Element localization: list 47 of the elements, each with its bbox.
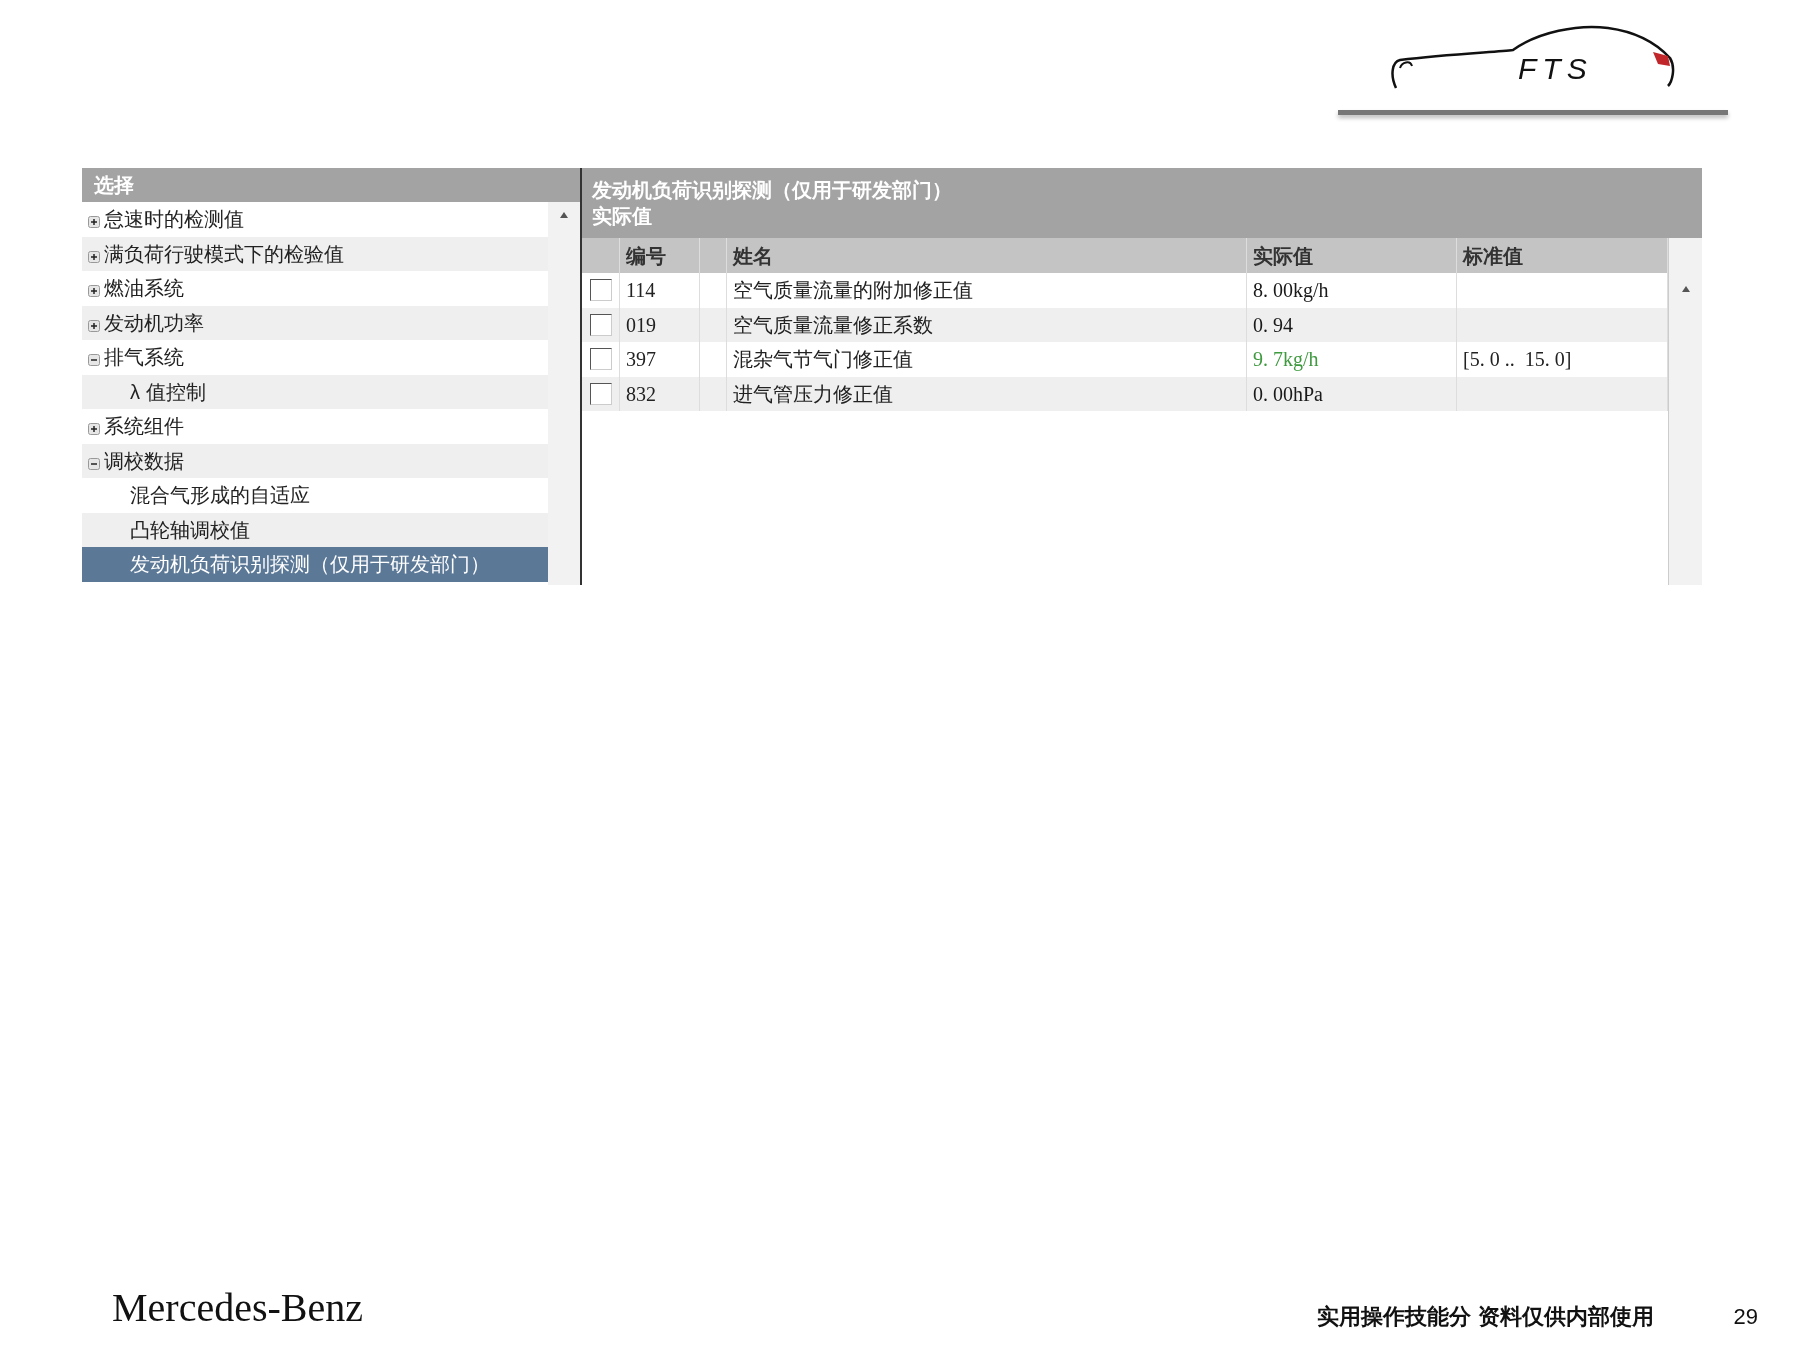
table-cell: 0. 00hPa	[1253, 382, 1323, 405]
column-header: 姓名	[733, 243, 773, 269]
expand-icon[interactable]	[88, 423, 100, 436]
table-cell: 0. 94	[1253, 313, 1293, 336]
table-cell: 混杂气节气门修正值	[733, 348, 913, 370]
panel-title: 选择	[94, 173, 134, 198]
table-cell: 832	[626, 382, 656, 405]
tree-item[interactable]: 调校数据	[104, 445, 184, 476]
column-header: 标准值	[1463, 243, 1523, 269]
row-checkbox[interactable]	[589, 279, 612, 302]
table-cell: 9. 7kg/h	[1253, 348, 1319, 370]
scrollbar[interactable]	[548, 202, 580, 585]
column-header: 编号	[626, 243, 666, 269]
tree-item[interactable]: 怠速时的检测值	[104, 204, 244, 235]
brand-name: Mercedes-Benz	[112, 1288, 363, 1328]
tree-item[interactable]: 系统组件	[104, 411, 184, 442]
scroll-up-icon[interactable]	[1681, 286, 1690, 292]
table-cell: 8. 00kg/h	[1253, 279, 1329, 301]
collapse-icon[interactable]	[88, 457, 100, 470]
table-cell: [5. 0 .. 15. 0]	[1463, 348, 1572, 370]
panel-subtitle: 实际值	[592, 206, 653, 226]
table-cell: 114	[626, 279, 656, 301]
expand-icon[interactable]	[88, 216, 100, 229]
table-cell: 空气质量流量修正系数	[733, 313, 933, 336]
row-checkbox[interactable]	[589, 382, 612, 405]
row-checkbox[interactable]	[589, 348, 612, 371]
table-cell: 019	[626, 313, 656, 336]
table-cell: 空气质量流量的附加修正值	[733, 279, 973, 301]
table-cell: 进气管压力修正值	[733, 382, 893, 405]
tree-item[interactable]: 发动机功率	[104, 307, 204, 338]
expand-icon[interactable]	[88, 285, 100, 298]
expand-icon[interactable]	[88, 250, 100, 263]
panel-title: 发动机负荷识别探测（仅用于研发部门）	[592, 180, 953, 200]
logo-text: FTS	[1518, 54, 1593, 84]
footer-note: 实用操作技能分 资料仅供内部使用	[1317, 1306, 1654, 1328]
tree-item[interactable]: 混合气形成的自适应	[130, 480, 310, 511]
scroll-up-icon[interactable]	[560, 212, 568, 218]
tree-item[interactable]: λ 值控制	[130, 376, 206, 407]
table-cell: 397	[626, 348, 656, 370]
column-header: 实际值	[1253, 243, 1313, 269]
page-number: 29	[1733, 1306, 1758, 1328]
scrollbar[interactable]	[1668, 238, 1702, 585]
row-checkbox[interactable]	[589, 313, 612, 336]
collapse-icon[interactable]	[88, 354, 100, 367]
tree-item[interactable]: 燃油系统	[104, 273, 184, 304]
expand-icon[interactable]	[88, 319, 100, 332]
tree-item[interactable]: 排气系统	[104, 342, 184, 373]
